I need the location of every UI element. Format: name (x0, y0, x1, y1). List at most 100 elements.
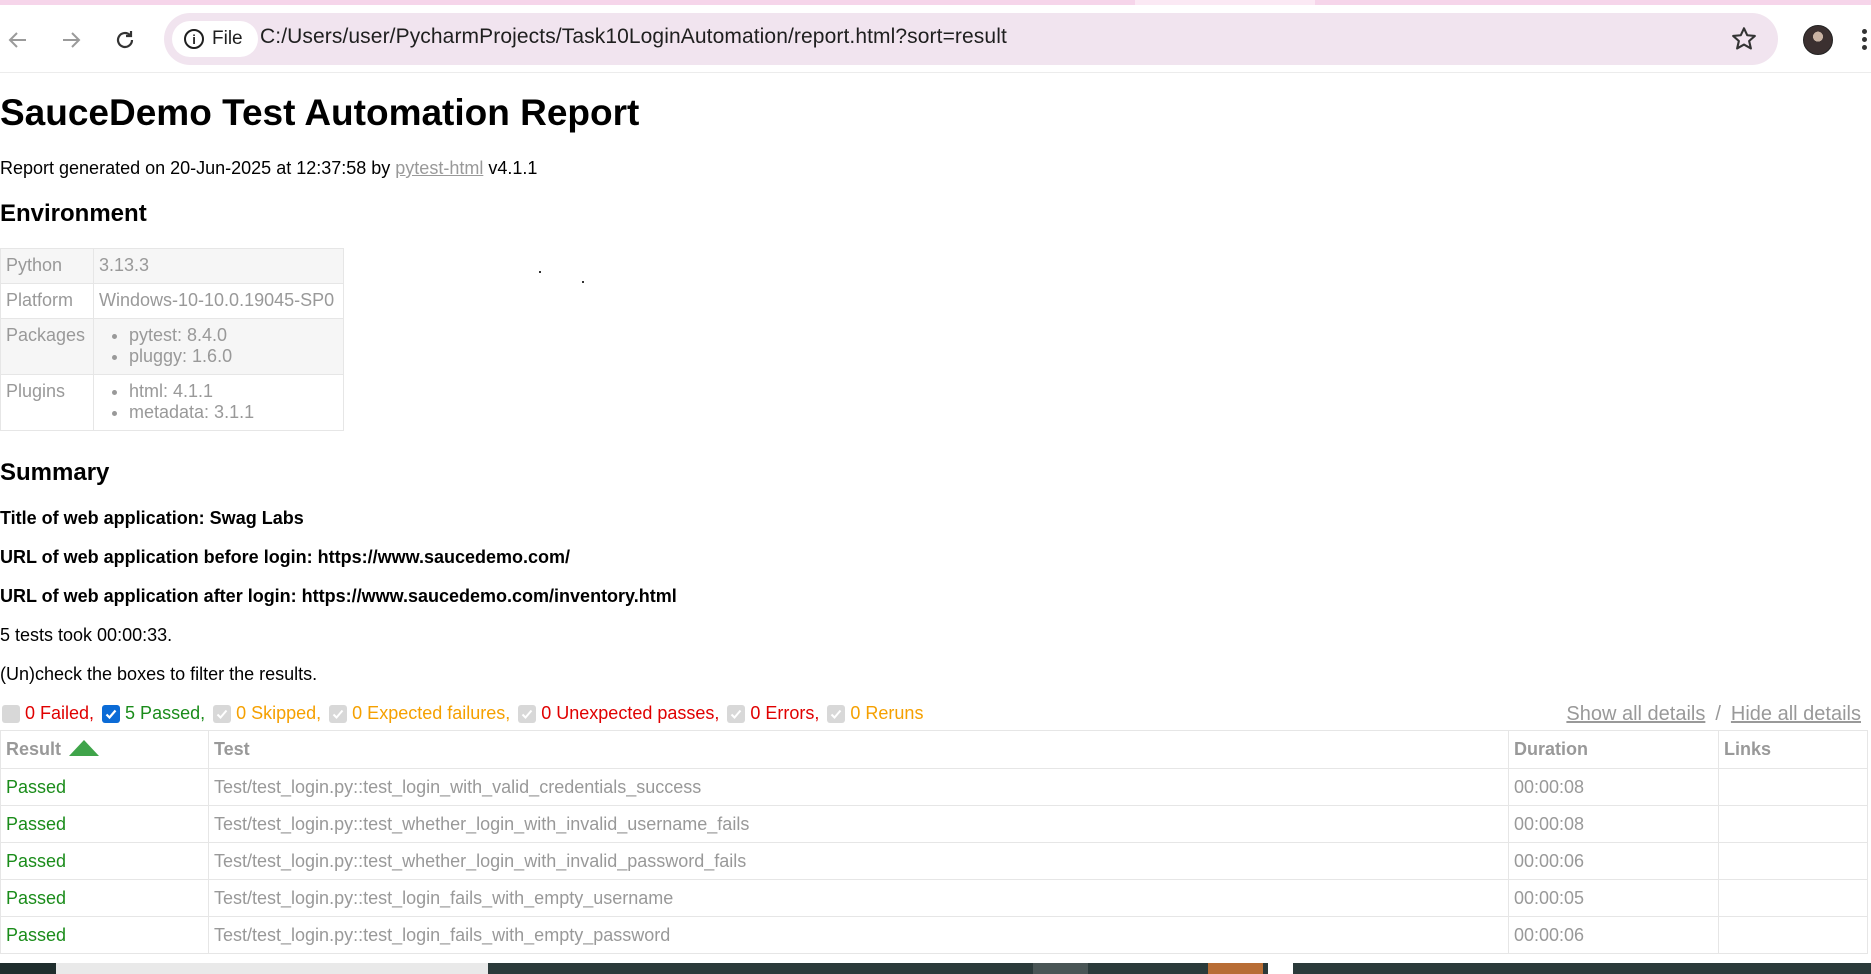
checkmark-icon (731, 709, 742, 719)
result-cell: Passed (0, 768, 209, 806)
profile-avatar[interactable] (1803, 25, 1833, 55)
test-cell: Test/test_login.py::test_login_fails_wit… (208, 916, 1509, 954)
hide-all-details-link[interactable]: Hide all details (1731, 703, 1861, 725)
address-bar[interactable]: i File C:/Users/user/PycharmProjects/Tas… (164, 13, 1778, 65)
taskbar-segment (0, 963, 56, 974)
site-info-label: File (212, 28, 243, 49)
environment-table: Python 3.13.3 Platform Windows-10-10.0.1… (0, 248, 344, 431)
checkbox[interactable] (518, 704, 537, 723)
results-table: Result Test Duration Links Passed Test/t… (0, 730, 1868, 954)
links-cell (1718, 805, 1868, 843)
table-row[interactable]: Passed Test/test_login.py::test_login_fa… (0, 879, 1868, 917)
info-icon: i (184, 29, 204, 49)
test-cell: Test/test_login.py::test_whether_login_w… (208, 805, 1509, 843)
env-value: Windows-10-10.0.19045-SP0 (93, 283, 344, 319)
filter-label: 0 Failed, (25, 703, 95, 723)
checkbox[interactable] (102, 704, 121, 723)
table-row[interactable]: Passed Test/test_login.py::test_whether_… (0, 842, 1868, 880)
duration-cell: 00:00:08 (1508, 805, 1719, 843)
taskbar-segment (1033, 963, 1088, 974)
filter-errors[interactable]: 0 Errors, (725, 703, 819, 724)
site-info-chip[interactable]: i File (172, 21, 258, 57)
table-row[interactable]: Passed Test/test_login.py::test_login_wi… (0, 768, 1868, 806)
checkbox[interactable] (213, 704, 232, 723)
checkmark-icon (216, 709, 228, 719)
duration-cell: 00:00:05 (1508, 879, 1719, 917)
filter-passed[interactable]: 5 Passed, (100, 703, 205, 724)
reload-button[interactable] (107, 22, 143, 58)
filter-label: 0 Unexpected passes, (541, 703, 720, 723)
duration-line: 5 tests took 00:00:33. (0, 625, 173, 645)
taskbar-gap (1268, 963, 1293, 974)
column-header-links: Links (1718, 730, 1868, 769)
checkmark-icon (105, 709, 117, 719)
env-key: Platform (0, 283, 94, 319)
bookmark-star-icon[interactable] (1730, 25, 1758, 53)
generated-suffix: v4.1.1 (483, 158, 538, 178)
stray-dot (582, 281, 584, 283)
result-cell: Passed (0, 805, 209, 843)
filter-label: 0 Errors, (750, 703, 820, 723)
filter-label: 0 Expected failures, (352, 703, 511, 723)
taskbar-app-icon[interactable] (1208, 963, 1263, 974)
env-row-plugins: Plugins html: 4.1.1 metadata: 3.1.1 (0, 374, 344, 431)
test-cell: Test/test_login.py::test_whether_login_w… (208, 842, 1509, 880)
summary-heading: Summary (0, 459, 110, 486)
results-header-row: Result Test Duration Links (0, 730, 1868, 769)
arrow-right-icon (63, 32, 81, 48)
column-header-test[interactable]: Test (208, 730, 1509, 769)
url-text[interactable]: C:/Users/user/PycharmProjects/Task10Logi… (260, 25, 1007, 49)
test-cell: Test/test_login.py::test_login_with_vali… (208, 768, 1509, 806)
show-all-details-link[interactable]: Show all details (1566, 703, 1705, 725)
duration-cell: 00:00:08 (1508, 768, 1719, 806)
checkmark-icon (831, 709, 842, 719)
forward-button[interactable] (53, 22, 89, 58)
detail-links-separator: / (1715, 703, 1721, 725)
stray-dot (539, 271, 541, 273)
env-value: 3.13.3 (93, 248, 344, 284)
checkbox[interactable] (329, 704, 348, 723)
filter-reruns[interactable]: 0 Reruns (825, 703, 923, 724)
list-item: html: 4.1.1 (129, 381, 338, 402)
back-button[interactable] (0, 22, 36, 58)
filter-label: 0 Skipped, (236, 703, 322, 723)
checkbox[interactable] (2, 704, 20, 723)
duration-cell: 00:00:06 (1508, 916, 1719, 954)
checkbox[interactable] (827, 704, 846, 723)
environment-heading: Environment (0, 200, 147, 227)
env-key: Packages (0, 318, 94, 375)
generated-prefix: Report generated on 20-Jun-2025 at 12:37… (0, 158, 396, 178)
filter-unexpected-passes[interactable]: 0 Unexpected passes, (516, 703, 719, 724)
result-cell: Passed (0, 916, 209, 954)
filter-hint: (Un)check the boxes to filter the result… (0, 664, 318, 684)
checkmark-icon (332, 709, 344, 719)
taskbar (0, 963, 1871, 974)
env-row-packages: Packages pytest: 8.4.0 pluggy: 1.6.0 (0, 318, 344, 375)
checkbox[interactable] (727, 704, 746, 723)
pytest-html-link[interactable]: pytest-html (395, 158, 483, 178)
filter-expected-failures[interactable]: 0 Expected failures, (327, 703, 510, 724)
browser-menu-icon[interactable] (1862, 29, 1871, 53)
filter-failed[interactable]: 0 Failed, (0, 703, 94, 724)
filter-label: 5 Passed, (125, 703, 206, 723)
generated-line: Report generated on 20-Jun-2025 at 12:37… (0, 158, 537, 179)
column-header-duration[interactable]: Duration (1508, 730, 1719, 769)
links-cell (1718, 916, 1868, 954)
list-item: pluggy: 1.6.0 (129, 346, 338, 367)
links-cell (1718, 879, 1868, 917)
table-row[interactable]: Passed Test/test_login.py::test_whether_… (0, 805, 1868, 843)
env-value-list: pytest: 8.4.0 pluggy: 1.6.0 (93, 318, 344, 375)
env-row-python: Python 3.13.3 (0, 248, 344, 284)
list-item: pytest: 8.4.0 (129, 325, 338, 346)
filter-skipped[interactable]: 0 Skipped, (211, 703, 321, 724)
env-key: Plugins (0, 374, 94, 431)
column-header-result[interactable]: Result (0, 730, 209, 769)
env-value-list: html: 4.1.1 metadata: 3.1.1 (93, 374, 344, 431)
detail-links: Show all details / Hide all details (1566, 703, 1861, 726)
page-title: SauceDemo Test Automation Report (0, 92, 640, 133)
filter-label: 0 Reruns (850, 703, 924, 723)
table-row[interactable]: Passed Test/test_login.py::test_login_fa… (0, 916, 1868, 954)
test-cell: Test/test_login.py::test_login_fails_wit… (208, 879, 1509, 917)
column-header-label: Result (6, 739, 62, 759)
taskbar-search-box[interactable] (56, 963, 488, 974)
